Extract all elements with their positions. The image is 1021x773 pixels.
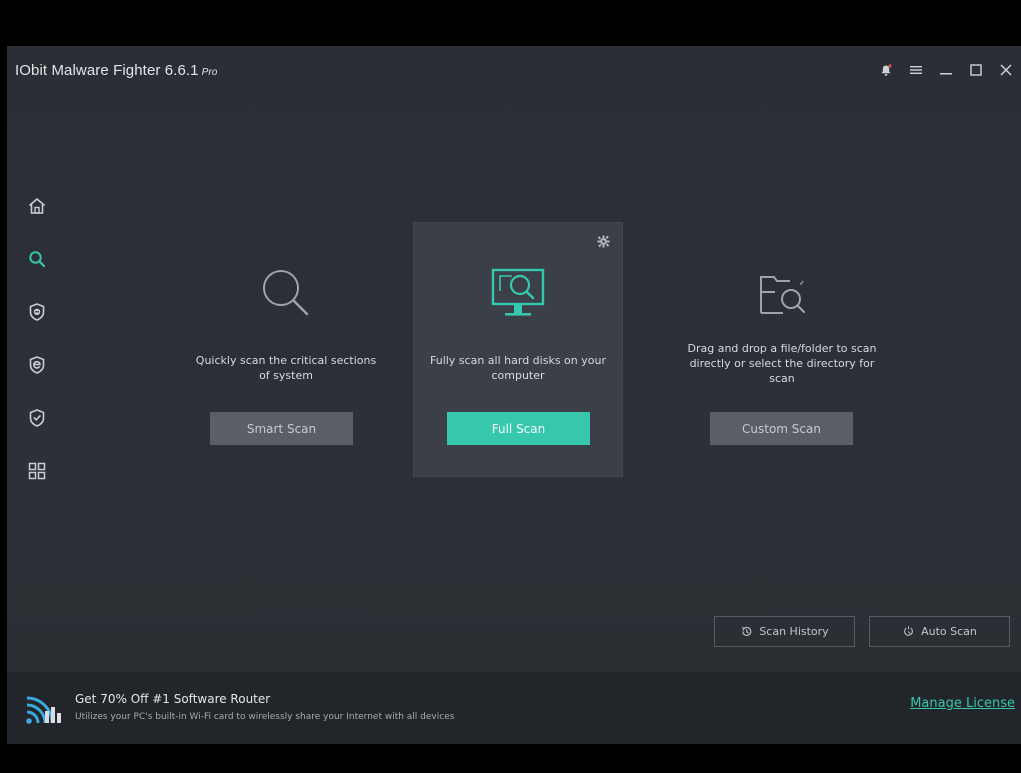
smart-scan-description: Quickly scan the critical sections of sy… bbox=[195, 354, 377, 382]
title-bar: IObit Malware Fighter 6.6.1 Pro bbox=[7, 46, 1021, 96]
app-name: IObit Malware Fighter 6.6.1 bbox=[15, 62, 199, 79]
auto-scan-button[interactable]: Auto Scan bbox=[869, 616, 1010, 647]
wifi-router-icon[interactable] bbox=[23, 691, 67, 729]
grid-icon bbox=[28, 462, 46, 480]
search-icon bbox=[29, 251, 46, 268]
smart-scan-card: Quickly scan the critical sections of sy… bbox=[182, 223, 390, 476]
monitor-scan-icon bbox=[414, 261, 622, 327]
close-icon[interactable] bbox=[991, 59, 1021, 81]
app-title: IObit Malware Fighter 6.6.1 Pro bbox=[15, 62, 217, 79]
scan-history-button[interactable]: Scan History bbox=[714, 616, 855, 647]
shield-icon bbox=[29, 303, 45, 321]
sidebar-item-browser-protection[interactable] bbox=[25, 353, 49, 377]
full-scan-card[interactable]: Fully scan all hard disks on your comput… bbox=[414, 223, 622, 476]
smart-scan-button[interactable]: Smart Scan bbox=[210, 412, 353, 445]
full-scan-button[interactable]: Full Scan bbox=[447, 412, 590, 445]
home-icon bbox=[28, 198, 46, 214]
sidebar-item-home[interactable] bbox=[25, 194, 49, 218]
bell-icon[interactable] bbox=[871, 59, 901, 81]
app-window: IObit Malware Fighter 6.6.1 Pro Quickly … bbox=[7, 46, 1021, 744]
promo-subtitle: Utilizes your PC's built-in Wi-Fi card t… bbox=[75, 712, 455, 722]
custom-scan-card: Drag and drop a file/folder to scan dire… bbox=[678, 223, 886, 476]
sidebar-item-more[interactable] bbox=[25, 459, 49, 483]
sidebar-item-scan[interactable] bbox=[25, 247, 49, 271]
auto-scan-label: Auto Scan bbox=[921, 625, 977, 638]
bottom-actions: Scan History Auto Scan bbox=[700, 616, 1010, 647]
window-controls bbox=[871, 59, 1021, 81]
menu-icon[interactable] bbox=[901, 59, 931, 81]
letterbox-bottom bbox=[0, 744, 1021, 773]
sidebar-item-protection[interactable] bbox=[25, 300, 49, 324]
app-edition: Pro bbox=[201, 67, 218, 78]
auto-scan-icon bbox=[904, 626, 914, 636]
check-shield-icon bbox=[29, 409, 45, 427]
manage-license-link[interactable]: Manage License bbox=[910, 696, 1015, 711]
custom-scan-button[interactable]: Custom Scan bbox=[710, 412, 853, 445]
folder-search-icon bbox=[678, 261, 886, 327]
magnifier-icon bbox=[182, 261, 390, 327]
history-icon bbox=[741, 626, 752, 636]
promo-title[interactable]: Get 70% Off #1 Software Router bbox=[75, 692, 270, 706]
gear-icon[interactable] bbox=[597, 233, 610, 252]
sidebar bbox=[25, 194, 49, 512]
full-scan-description: Fully scan all hard disks on your comput… bbox=[430, 354, 606, 382]
promo-footer: Get 70% Off #1 Software Router Utilizes … bbox=[7, 672, 1021, 744]
letterbox-top bbox=[0, 0, 1021, 46]
maximize-icon[interactable] bbox=[961, 59, 991, 81]
minimize-icon[interactable] bbox=[931, 59, 961, 81]
browser-shield-icon bbox=[29, 356, 45, 374]
scan-history-label: Scan History bbox=[759, 625, 829, 638]
sidebar-item-action-center[interactable] bbox=[25, 406, 49, 430]
custom-scan-description: Drag and drop a file/folder to scan dire… bbox=[687, 342, 877, 385]
